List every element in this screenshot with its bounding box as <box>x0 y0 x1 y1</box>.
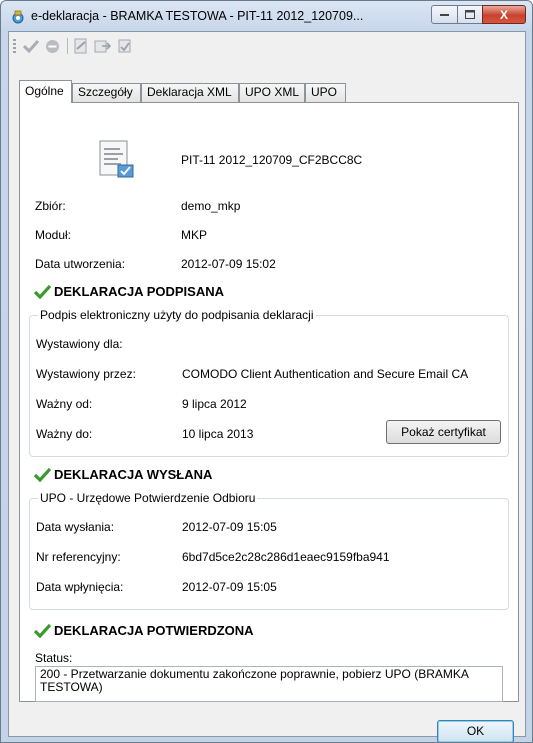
sign-icon <box>74 38 87 54</box>
close-button[interactable]: X <box>482 5 526 24</box>
received-date-label: Data wpłynięcia: <box>36 580 124 594</box>
show-certificate-button[interactable]: Pokaż certyfikat <box>386 420 501 444</box>
status-label: Status: <box>35 651 73 665</box>
send-icon <box>94 40 112 53</box>
issued-to-label: Wystawiony dla: <box>36 337 123 351</box>
app-window: e-deklaracja - BRAMKA TESTOWA - PIT-11 2… <box>0 0 533 743</box>
sent-heading: DEKLARACJA WYSŁANA <box>34 467 212 482</box>
module-label: Moduł: <box>35 228 72 242</box>
issued-by-label: Wystawiony przez: <box>36 367 136 381</box>
document-name: PIT-11 2012_120709_CF2BCC8C <box>181 153 363 167</box>
document-icon <box>99 140 134 178</box>
signature-group: Podpis elektroniczny użyty do podpisania… <box>29 308 509 457</box>
sent-date-label: Data wysłania: <box>36 520 115 534</box>
check-button[interactable] <box>21 36 41 56</box>
receive-button[interactable] <box>115 36 135 56</box>
module-value: MKP <box>181 228 208 242</box>
valid-from-value: 9 lipca 2012 <box>182 397 247 411</box>
tab-details[interactable]: Szczegóły <box>72 83 141 102</box>
valid-to-value: 10 lipca 2013 <box>182 427 254 441</box>
sign-button[interactable] <box>71 36 91 56</box>
app-icon <box>12 10 24 24</box>
reference-number-label: Nr referencyjny: <box>36 550 121 564</box>
stop-icon <box>45 39 59 53</box>
issued-by-value: COMODO Client Authentication and Secure … <box>182 367 469 381</box>
upo-group-title: UPO - Urzędowe Potwierdzenie Odbioru <box>38 491 258 505</box>
toolbar-separator <box>67 38 68 54</box>
toolbar <box>9 32 525 60</box>
title-bar[interactable]: e-deklaracja - BRAMKA TESTOWA - PIT-11 2… <box>1 1 532 31</box>
valid-from-label: Ważny od: <box>36 397 93 411</box>
checkmark-icon <box>34 467 51 482</box>
receive-icon <box>118 39 131 53</box>
close-icon: X <box>499 7 508 22</box>
sent-heading-text: DEKLARACJA WYSŁANA <box>54 467 213 482</box>
minimize-icon <box>440 13 449 16</box>
signed-heading: DEKLARACJA PODPISANA <box>34 284 224 299</box>
sent-date-value: 2012-07-09 15:05 <box>182 520 277 534</box>
send-button[interactable] <box>93 36 113 56</box>
reference-number-value: 6bd7d5ce2c28c286d1eaec9159fba941 <box>182 550 390 564</box>
ok-button[interactable]: OK <box>437 720 514 742</box>
window-title: e-deklaracja - BRAMKA TESTOWA - PIT-11 2… <box>31 9 364 23</box>
maximize-button[interactable] <box>457 5 483 24</box>
created-value: 2012-07-09 15:02 <box>181 257 276 271</box>
tab-upo[interactable]: UPO <box>305 83 346 102</box>
collection-label: Zbiór: <box>35 199 66 213</box>
tab-upo-xml[interactable]: UPO XML <box>239 83 305 102</box>
check-icon <box>23 39 39 53</box>
created-label: Data utworzenia: <box>35 257 126 271</box>
maximize-icon <box>465 10 475 19</box>
tab-declaration-xml[interactable]: Deklaracja XML <box>141 83 239 102</box>
received-date-value: 2012-07-09 15:05 <box>182 580 277 594</box>
general-panel: PIT-11 2012_120709_CF2BCC8C Zbiór: demo_… <box>19 102 519 702</box>
valid-to-label: Ważny do: <box>36 427 93 441</box>
toolbar-grip[interactable] <box>13 39 16 53</box>
signed-heading-text: DEKLARACJA PODPISANA <box>54 284 224 299</box>
collection-value: demo_mkp <box>181 199 241 213</box>
signature-group-title: Podpis elektroniczny użyty do podpisania… <box>38 308 316 322</box>
status-field[interactable]: 200 - Przetwarzanie dokumentu zakończone… <box>35 666 503 702</box>
tab-general[interactable]: Ogólne <box>19 80 72 103</box>
confirmed-heading-text: DEKLARACJA POTWIERDZONA <box>54 623 254 638</box>
checkmark-icon <box>34 623 51 638</box>
confirmed-heading: DEKLARACJA POTWIERDZONA <box>34 623 254 638</box>
minimize-button[interactable] <box>431 5 458 24</box>
client-area: Ogólne Szczegóły Deklaracja XML UPO XML … <box>8 31 526 742</box>
stop-button[interactable] <box>42 36 62 56</box>
upo-group: UPO - Urzędowe Potwierdzenie Odbioru Dat… <box>29 491 509 610</box>
checkmark-icon <box>34 284 51 299</box>
